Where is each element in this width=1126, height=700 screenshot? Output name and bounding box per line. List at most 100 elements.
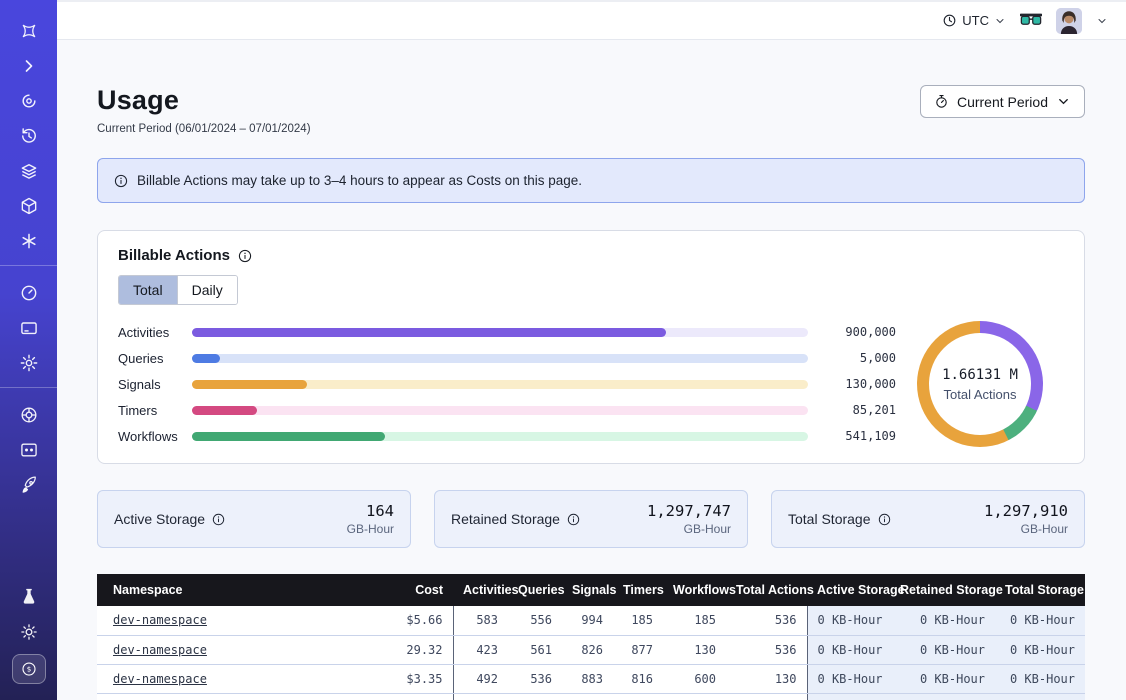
cell-timers: 877	[613, 635, 663, 664]
info-icon	[114, 174, 128, 188]
retained-storage-card: Retained Storage 1,297,747 GB-Hour	[434, 490, 748, 548]
cell-total-storage: 0 KB-Hour	[995, 664, 1085, 693]
tab-daily[interactable]: Daily	[177, 276, 237, 304]
labs-flask-icon[interactable]	[18, 586, 40, 608]
cell-queries: 556	[508, 606, 562, 635]
clock-icon	[942, 13, 957, 28]
cell-timers: 816	[613, 664, 663, 693]
usage-bar-row: Queries 5,000	[118, 345, 896, 371]
cell-timers: 185	[613, 606, 663, 635]
bar-label: Workflows	[118, 429, 192, 444]
table-header-row: Namespace Cost Activities Queries Signal…	[97, 574, 1085, 606]
usage-bar-row: Workflows 541,109	[118, 423, 896, 449]
billable-actions-bar-chart: Activities 900,000 Queries 5,000 Signals…	[118, 319, 896, 449]
info-icon[interactable]	[567, 513, 580, 526]
storage-card-label: Retained Storage	[451, 511, 560, 527]
usage-bar-row: Activities 900,000	[118, 319, 896, 345]
cell-active-storage: 0 KB-Hour	[807, 635, 890, 664]
bar-track	[192, 432, 808, 441]
col-retained-storage: Retained Storage	[890, 574, 995, 606]
bar-track	[192, 406, 808, 415]
namespace-link[interactable]: dev-namespace	[113, 613, 207, 627]
info-icon[interactable]	[878, 513, 891, 526]
cell-queries: 536	[508, 664, 562, 693]
user-avatar[interactable]	[1056, 8, 1082, 34]
storage-card-unit: GB-Hour	[347, 522, 394, 536]
cell-active-storage: 0 KB-Hour	[807, 664, 890, 693]
collapse-chevron-right-icon[interactable]	[18, 55, 40, 77]
settings-gear-icon[interactable]	[18, 352, 40, 374]
bar-track	[192, 354, 808, 363]
table-row: dev-namespace 29.32 423 561 826 877 130 …	[97, 635, 1085, 664]
storage-card-value: 164	[347, 502, 394, 520]
info-icon[interactable]	[212, 513, 225, 526]
cell-retained-storage: 0 KB-Hour	[890, 635, 995, 664]
nexus-asterisk-icon[interactable]	[18, 230, 40, 252]
bar-track	[192, 380, 808, 389]
usage-gauge-icon[interactable]	[18, 282, 40, 304]
billable-actions-title: Billable Actions	[118, 247, 230, 264]
bar-fill	[192, 380, 307, 389]
bar-label: Timers	[118, 403, 192, 418]
table-row: dev-namespace $5.66 583 556 994 185 185 …	[97, 606, 1085, 635]
cell-activities: 423	[453, 635, 508, 664]
cell-signals: 994	[562, 606, 613, 635]
bar-label: Queries	[118, 351, 192, 366]
cell-queries: 561	[508, 635, 562, 664]
col-total-storage: Total Storage	[995, 574, 1085, 606]
support-lifebuoy-icon[interactable]	[18, 404, 40, 426]
storage-card-label: Active Storage	[114, 511, 205, 527]
timezone-selector[interactable]: UTC	[942, 13, 1006, 28]
tab-total[interactable]: Total	[119, 276, 177, 304]
col-timers: Timers	[613, 574, 663, 606]
namespaces-cube-icon[interactable]	[18, 195, 40, 217]
console-icon[interactable]	[18, 439, 40, 461]
info-icon[interactable]	[238, 249, 252, 263]
cell-cost: 29.32	[347, 635, 453, 664]
cell-workflows: 185	[663, 606, 726, 635]
cell-retained-storage: 0 KB-Hour	[890, 606, 995, 635]
billing-card-icon[interactable]	[18, 317, 40, 339]
cell-signals: 826	[562, 635, 613, 664]
rocket-icon[interactable]	[18, 474, 40, 496]
bar-value: 541,109	[822, 429, 896, 443]
schedules-clock-icon[interactable]	[18, 125, 40, 147]
storage-card-unit: GB-Hour	[647, 522, 731, 536]
cell-workflows: 130	[663, 635, 726, 664]
col-workflows: Workflows	[663, 574, 726, 606]
sidebar-divider	[0, 265, 57, 266]
page-title: Usage	[97, 85, 311, 116]
cell-signals: 883	[562, 664, 613, 693]
cell-total-actions: 130	[726, 664, 807, 693]
namespace-link[interactable]: dev-namespace	[113, 643, 207, 657]
col-signals: Signals	[562, 574, 613, 606]
storage-summary-row: Active Storage 164 GB-Hour Retained Stor…	[97, 490, 1085, 548]
temporal-logo-icon[interactable]	[18, 20, 40, 42]
chevron-down-icon	[994, 15, 1006, 27]
glasses-icon[interactable]	[1020, 13, 1042, 29]
donut-total-value: 1.66131 M	[942, 367, 1018, 383]
bar-fill	[192, 432, 385, 441]
account-menu-chevron-icon[interactable]	[1096, 15, 1108, 27]
total-storage-card: Total Storage 1,297,910 GB-Hour	[771, 490, 1085, 548]
period-dropdown-button[interactable]: Current Period	[920, 85, 1085, 118]
namespace-link[interactable]: dev-namespace	[113, 672, 207, 686]
theme-sun-icon[interactable]	[18, 621, 40, 643]
bar-label: Activities	[118, 325, 192, 340]
cell-cost: $5.66	[347, 606, 453, 635]
workflows-spiral-icon[interactable]	[18, 90, 40, 112]
cell-cost: $3.35	[347, 664, 453, 693]
col-activities: Activities	[453, 574, 508, 606]
donut-center: 1.66131 M Total Actions	[929, 333, 1031, 435]
storage-card-value: 1,297,747	[647, 502, 731, 520]
namespace-usage-table: Namespace Cost Activities Queries Signal…	[97, 574, 1085, 700]
cell-retained-storage: 0 KB-Hour	[890, 664, 995, 693]
batch-layers-icon[interactable]	[18, 160, 40, 182]
col-active-storage: Active Storage	[807, 574, 890, 606]
table-row-partial	[97, 693, 1085, 700]
pricing-coin-button[interactable]: $	[12, 654, 46, 684]
topbar: UTC	[57, 0, 1126, 40]
info-banner: Billable Actions may take up to 3–4 hour…	[97, 158, 1085, 203]
donut-ring: 1.66131 M Total Actions	[917, 321, 1043, 447]
cell-total-actions: 536	[726, 606, 807, 635]
